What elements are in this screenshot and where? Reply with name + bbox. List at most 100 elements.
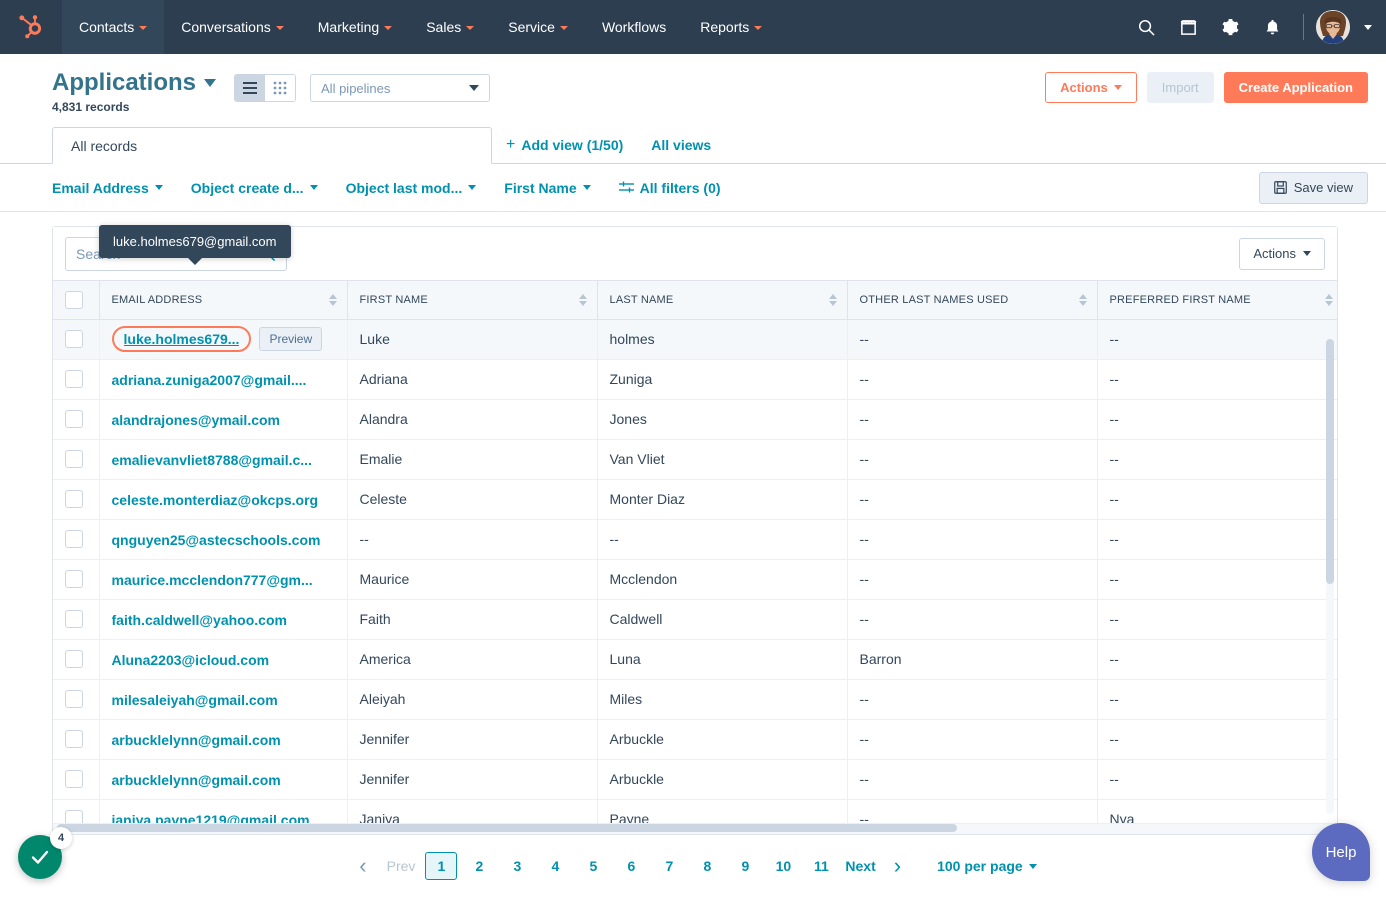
row-checkbox[interactable] — [65, 610, 83, 629]
help-button[interactable]: Help — [1312, 823, 1370, 881]
column-header-other-last-names[interactable]: OTHER LAST NAMES USED — [847, 281, 1098, 320]
column-header-preferred-first-name[interactable]: PREFERRED FIRST NAME — [1097, 281, 1337, 320]
column-header-last-name[interactable]: LAST NAME — [597, 281, 848, 320]
table-row[interactable]: arbucklelynn@gmail.com Jennifer Arbuckle --… — [53, 759, 1337, 800]
pagination-page-11[interactable]: 11 — [805, 852, 837, 880]
marketplace-icon[interactable] — [1169, 8, 1207, 46]
pagination-page-8[interactable]: 8 — [691, 852, 723, 880]
table-row[interactable]: adriana.zuniga2007@gmail.... Adriana Zunig… — [53, 359, 1337, 400]
email-link[interactable]: arbucklelynn@gmail.com — [112, 772, 281, 788]
email-link[interactable]: Aluna2203@icloud.com — [112, 652, 270, 668]
actions-button[interactable]: Actions — [1045, 72, 1137, 103]
table-row[interactable]: faith.caldwell@yahoo.com Faith Caldwell -- -… — [53, 599, 1337, 640]
row-checkbox[interactable] — [65, 490, 83, 509]
filter-first-name[interactable]: First Name — [504, 180, 591, 196]
select-all-checkbox[interactable] — [65, 291, 83, 310]
filter-object-last-modified[interactable]: Object last mod... — [346, 180, 477, 196]
preview-button[interactable]: Preview — [259, 327, 323, 352]
add-view-button[interactable]: + Add view (1/50) — [492, 126, 637, 163]
sort-toggle-email-address[interactable] — [328, 294, 337, 307]
email-link[interactable]: emalievanvliet8788@gmail.c... — [112, 452, 312, 468]
email-link[interactable]: alandrajones@ymail.com — [112, 412, 281, 428]
table-row[interactable]: maurice.mcclendon777@gm... Maurice Mcclend… — [53, 559, 1337, 600]
per-page-select[interactable]: 100 per page — [937, 858, 1037, 874]
pagination-page-7[interactable]: 7 — [653, 852, 685, 880]
sort-toggle-last-name[interactable] — [828, 294, 837, 307]
row-checkbox[interactable] — [65, 410, 83, 429]
all-views-button[interactable]: All views — [637, 126, 725, 163]
pagination-page-4[interactable]: 4 — [539, 852, 571, 880]
row-checkbox[interactable] — [65, 570, 83, 589]
email-link[interactable]: luke.holmes679... — [124, 331, 240, 347]
email-link[interactable]: qnguyen25@astecschools.com — [112, 532, 321, 548]
nav-item-service[interactable]: Service — [491, 0, 585, 54]
import-button[interactable]: Import — [1146, 72, 1214, 103]
sort-toggle-first-name[interactable] — [578, 294, 587, 307]
pagination-page-5[interactable]: 5 — [577, 852, 609, 880]
page-title[interactable]: Applications — [52, 69, 217, 96]
pagination-page-10[interactable]: 10 — [767, 852, 799, 880]
hubspot-logo[interactable] — [0, 0, 62, 54]
row-select-cell — [53, 319, 100, 360]
gear-icon[interactable] — [1211, 8, 1249, 46]
board-view-button[interactable] — [265, 75, 296, 101]
pagination-prev-arrow-icon[interactable]: ‹ — [349, 855, 376, 877]
account-chevron-down-icon[interactable] — [1364, 24, 1372, 30]
pagination-next-arrow-icon[interactable]: › — [884, 855, 911, 877]
nav-item-reports[interactable]: Reports — [683, 0, 779, 54]
notifications-bell-icon[interactable] — [1253, 8, 1291, 46]
row-checkbox[interactable] — [65, 330, 83, 349]
row-checkbox[interactable] — [65, 690, 83, 709]
nav-item-marketing[interactable]: Marketing — [301, 0, 409, 54]
vertical-scrollbar-thumb[interactable] — [1326, 339, 1334, 585]
sort-toggle-preferred-first-name[interactable] — [1324, 294, 1333, 307]
tasks-fab-button[interactable]: 4 — [18, 827, 72, 879]
row-checkbox[interactable] — [65, 770, 83, 789]
email-link[interactable]: adriana.zuniga2007@gmail.... — [112, 372, 307, 388]
pagination-page-9[interactable]: 9 — [729, 852, 761, 880]
filter-email-address[interactable]: Email Address — [52, 180, 163, 196]
row-checkbox[interactable] — [65, 530, 83, 549]
row-checkbox[interactable] — [65, 450, 83, 469]
pagination-page-3[interactable]: 3 — [501, 852, 533, 880]
pagination-page-2[interactable]: 2 — [463, 852, 495, 880]
nav-item-sales[interactable]: Sales — [409, 0, 491, 54]
all-filters-button[interactable]: All filters (0) — [618, 180, 721, 196]
table-row[interactable]: milesaleiyah@gmail.com Aleiyah Miles -- -- — [53, 679, 1337, 720]
pagination-page-6[interactable]: 6 — [615, 852, 647, 880]
pipeline-select[interactable]: All pipelines — [310, 74, 491, 102]
sort-toggle-other-last-names[interactable] — [1078, 294, 1087, 307]
nav-item-workflows[interactable]: Workflows — [585, 0, 683, 54]
table-row[interactable]: qnguyen25@astecschools.com -- -- -- -- — [53, 519, 1337, 560]
email-link[interactable]: milesaleiyah@gmail.com — [112, 692, 278, 708]
table-row[interactable]: luke.holmes679... Preview Luke holmes -- -- — [53, 319, 1337, 360]
email-link[interactable]: maurice.mcclendon777@gm... — [112, 572, 313, 588]
email-link[interactable]: arbucklelynn@gmail.com — [112, 732, 281, 748]
pagination-prev-label[interactable]: Prev — [377, 858, 426, 874]
table-row[interactable]: arbucklelynn@gmail.com Jennifer Arbuckle --… — [53, 719, 1337, 760]
email-link[interactable]: faith.caldwell@yahoo.com — [112, 612, 287, 628]
list-view-button[interactable] — [235, 75, 266, 101]
filter-object-create-date[interactable]: Object create d... — [191, 180, 318, 196]
pagination-page-1[interactable]: 1 — [425, 852, 458, 881]
tab-all-records[interactable]: All records — [52, 127, 492, 165]
table-row[interactable]: Aluna2203@icloud.com America Luna Barron -- — [53, 639, 1337, 680]
search-icon[interactable] — [1127, 8, 1165, 46]
row-checkbox[interactable] — [65, 370, 83, 389]
column-header-email-address[interactable]: EMAIL ADDRESS — [99, 281, 348, 320]
create-application-button[interactable]: Create Application — [1223, 72, 1368, 103]
table-row[interactable]: emalievanvliet8788@gmail.c... Emalie Van V… — [53, 439, 1337, 480]
avatar[interactable] — [1316, 10, 1350, 44]
nav-item-conversations[interactable]: Conversations — [164, 0, 301, 54]
row-checkbox[interactable] — [65, 650, 83, 669]
row-checkbox[interactable] — [65, 730, 83, 749]
table-row[interactable]: celeste.monterdiaz@okcps.org Celeste Monte… — [53, 479, 1337, 520]
table-actions-button[interactable]: Actions — [1239, 237, 1325, 270]
table-row[interactable]: alandrajones@ymail.com Alandra Jones -- -- — [53, 399, 1337, 440]
horizontal-scrollbar-thumb[interactable] — [57, 824, 957, 833]
pagination-next-label[interactable]: Next — [837, 858, 883, 874]
nav-item-contacts[interactable]: Contacts — [62, 0, 165, 54]
save-view-button[interactable]: Save view — [1258, 171, 1368, 204]
email-link[interactable]: celeste.monterdiaz@okcps.org — [112, 492, 319, 508]
column-header-first-name[interactable]: FIRST NAME — [347, 281, 598, 320]
